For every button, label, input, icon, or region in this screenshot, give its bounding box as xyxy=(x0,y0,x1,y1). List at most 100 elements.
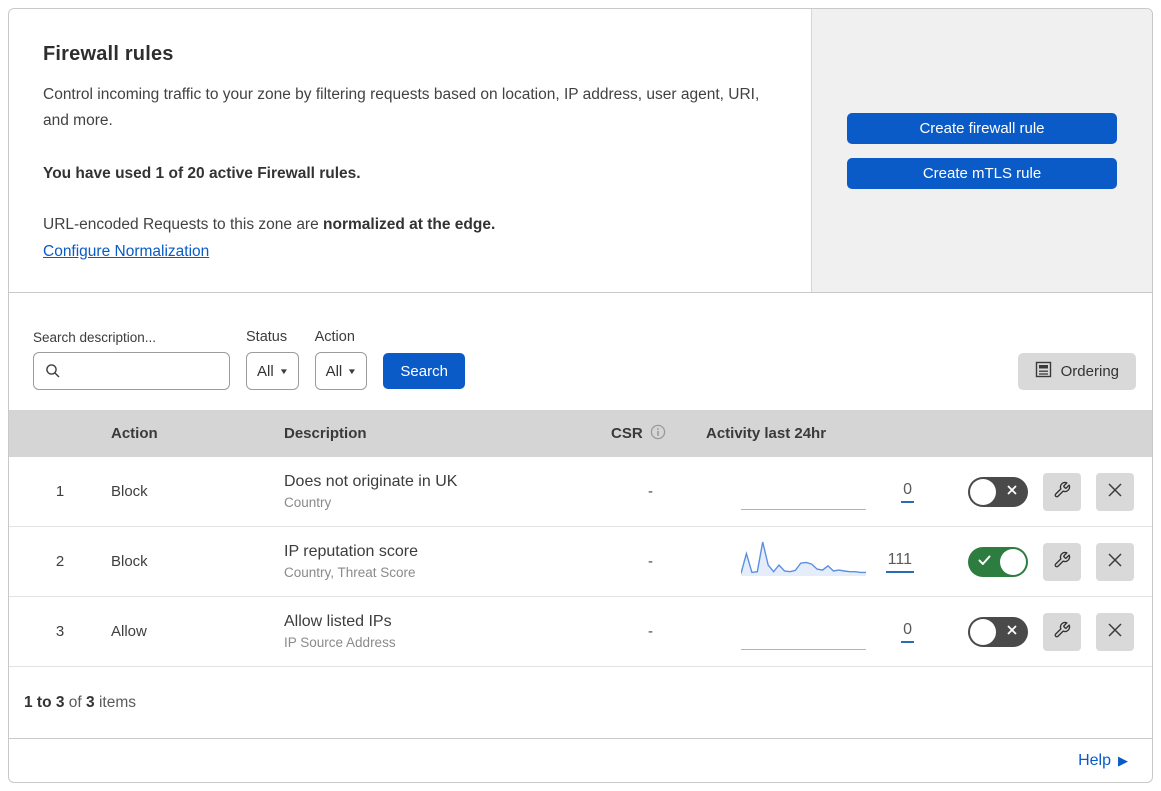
rule-action: Block xyxy=(111,553,148,570)
rule-enable-toggle[interactable] xyxy=(968,546,1028,577)
csr-column-header: CSR xyxy=(603,424,698,444)
rule-enable-toggle[interactable] xyxy=(968,616,1028,647)
rule-description: Allow listed IPs xyxy=(284,613,392,630)
delete-rule-button[interactable] xyxy=(1096,542,1134,581)
csr-column-label: CSR xyxy=(611,425,643,442)
wrench-icon xyxy=(1053,481,1071,502)
rule-fields: Country, Threat Score xyxy=(284,565,416,580)
wrench-icon xyxy=(1053,551,1071,572)
close-icon xyxy=(1106,551,1124,572)
rule-csr-value: - xyxy=(648,483,653,500)
normalization-note-bold: normalized at the edge. xyxy=(323,216,496,233)
table-row: 2 Block IP reputation score Country, Thr… xyxy=(9,527,1152,597)
pagination-total: 3 xyxy=(86,693,95,711)
rule-activity-cell: 111 xyxy=(698,527,929,596)
activity-sparkline-flat xyxy=(741,488,866,510)
table-row: 3 Allow Allow listed IPs IP Source Addre… xyxy=(9,597,1152,667)
intro-section: Firewall rules Control incoming traffic … xyxy=(9,9,1152,293)
create-firewall-rule-button[interactable]: Create firewall rule xyxy=(847,112,1117,144)
action-filter-dropdown[interactable]: All ▼ xyxy=(314,352,368,390)
normalization-note: URL-encoded Requests to this zone are no… xyxy=(43,212,771,238)
rule-csr-value: - xyxy=(648,623,653,640)
edit-rule-button[interactable] xyxy=(1043,542,1081,581)
activity-count-link[interactable]: 0 xyxy=(901,621,914,643)
chevron-down-icon: ▼ xyxy=(347,366,358,376)
rule-enable-toggle[interactable] xyxy=(968,476,1028,507)
arrow-right-icon: ▶ xyxy=(1118,753,1128,768)
toggle-off-x-icon xyxy=(1006,483,1018,500)
rule-action: Allow xyxy=(111,623,147,640)
rule-description-cell: Does not originate in UK Country xyxy=(284,471,603,512)
rule-priority: 2 xyxy=(55,553,65,570)
wrench-icon xyxy=(1053,621,1071,642)
delete-rule-button[interactable] xyxy=(1096,612,1134,651)
rule-priority: 1 xyxy=(55,483,65,500)
rule-description-cell: IP reputation score Country, Threat Scor… xyxy=(284,541,603,582)
search-icon xyxy=(45,363,61,384)
rule-description: Does not originate in UK xyxy=(284,473,458,490)
rule-activity-cell: 0 xyxy=(698,597,929,666)
rule-action: Block xyxy=(111,483,148,500)
activity-sparkline-flat xyxy=(741,628,866,650)
rule-controls xyxy=(929,542,1152,581)
ordering-button[interactable]: Ordering xyxy=(1017,353,1136,390)
configure-normalization-link[interactable]: Configure Normalization xyxy=(43,243,209,261)
page-title: Firewall rules xyxy=(43,43,174,65)
help-link[interactable]: Help ▶ xyxy=(1078,752,1128,770)
activity-sparkline xyxy=(741,541,866,582)
status-filter-group: Status All ▼ xyxy=(246,329,299,390)
ordering-button-label: Ordering xyxy=(1060,363,1119,380)
rule-description: IP reputation score xyxy=(284,543,419,560)
search-button[interactable]: Search xyxy=(383,353,466,389)
activity-column-header: Activity last 24hr xyxy=(706,425,827,442)
table-row: 1 Block Does not originate in UK Country… xyxy=(9,457,1152,527)
rule-controls xyxy=(929,472,1152,511)
action-column-header: Action xyxy=(111,425,158,442)
intro-text-block: Firewall rules Control incoming traffic … xyxy=(9,9,811,292)
rule-fields: IP Source Address xyxy=(284,635,396,650)
rule-fields: Country xyxy=(284,495,332,510)
normalization-note-text: URL-encoded Requests to this zone are xyxy=(43,216,324,233)
help-link-label: Help xyxy=(1078,751,1111,769)
ordering-list-icon xyxy=(1035,361,1052,382)
toggle-knob xyxy=(970,478,996,505)
usage-summary: You have used 1 of 20 active Firewall ru… xyxy=(43,165,361,182)
search-label: Search description... xyxy=(33,330,157,345)
activity-count-link[interactable]: 111 xyxy=(885,551,914,573)
pagination-range: 1 to 3 xyxy=(24,693,65,711)
activity-count-link[interactable]: 0 xyxy=(901,481,914,503)
rule-description-cell: Allow listed IPs IP Source Address xyxy=(284,611,603,652)
firewall-rules-card: Firewall rules Control incoming traffic … xyxy=(8,8,1153,783)
pagination-of: of xyxy=(64,693,87,711)
edit-rule-button[interactable] xyxy=(1043,472,1081,511)
table-header-row: Action Description CSR Activity last 24h… xyxy=(9,410,1152,457)
rule-activity-cell: 0 xyxy=(698,457,929,526)
action-filter-group: Action All ▼ xyxy=(314,329,368,390)
delete-rule-button[interactable] xyxy=(1096,472,1134,511)
toggle-knob xyxy=(970,618,996,645)
rule-controls xyxy=(929,612,1152,651)
chevron-down-icon: ▼ xyxy=(278,366,289,376)
info-icon[interactable] xyxy=(650,424,666,444)
pagination-summary: 1 to 3 of 3 items xyxy=(9,667,1152,739)
action-label: Action xyxy=(314,329,355,345)
toggle-off-x-icon xyxy=(1006,623,1018,640)
filter-bar: Search description... Status All ▼ Actio… xyxy=(9,293,1152,410)
close-icon xyxy=(1106,481,1124,502)
toggle-knob xyxy=(1000,548,1026,575)
create-mtls-rule-button[interactable]: Create mTLS rule xyxy=(847,157,1117,189)
rule-csr-value: - xyxy=(648,553,653,570)
page-description: Control incoming traffic to your zone by… xyxy=(43,86,760,129)
status-filter-value: All xyxy=(257,362,274,380)
pagination-items: items xyxy=(94,693,136,711)
toggle-on-check-icon xyxy=(978,553,991,570)
status-filter-dropdown[interactable]: All ▼ xyxy=(246,352,299,390)
close-icon xyxy=(1106,621,1124,642)
create-actions-panel: Create firewall rule Create mTLS rule xyxy=(811,9,1152,292)
action-filter-value: All xyxy=(325,362,343,380)
rule-priority: 3 xyxy=(55,623,65,640)
edit-rule-button[interactable] xyxy=(1043,612,1081,651)
search-group: Search description... xyxy=(33,330,230,390)
search-input[interactable] xyxy=(33,352,230,390)
status-label: Status xyxy=(246,329,288,345)
